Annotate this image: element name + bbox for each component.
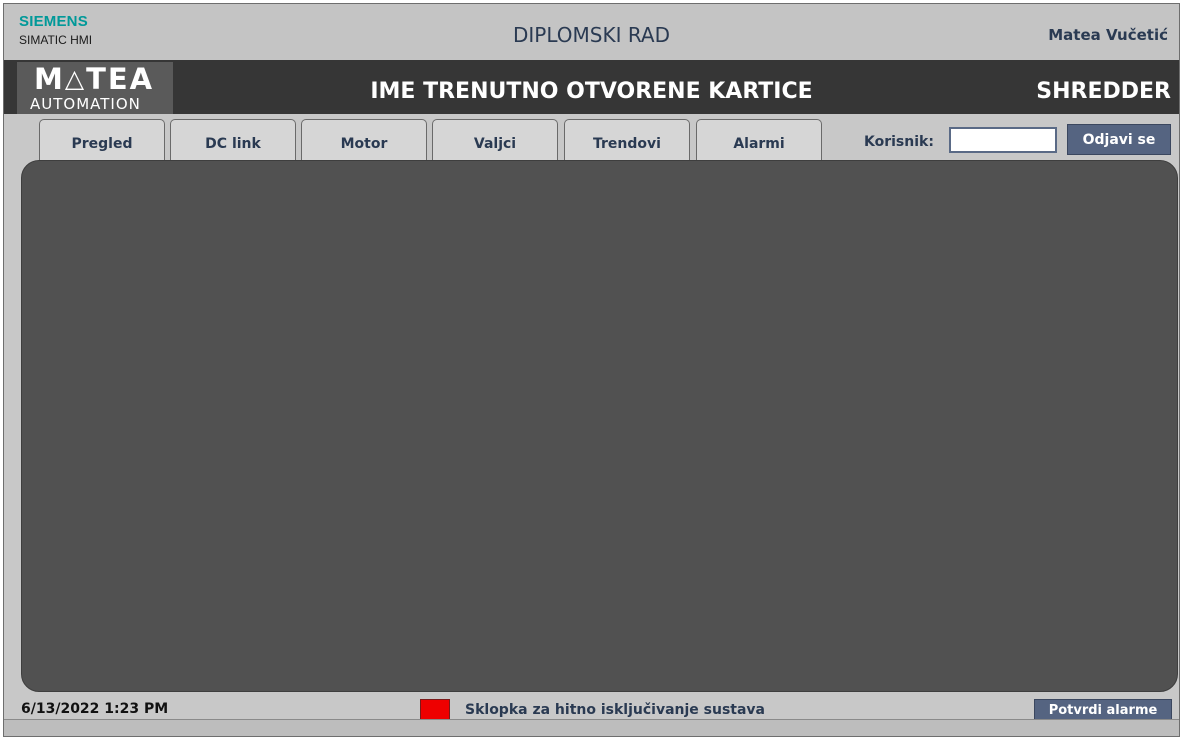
machine-name: SHREDDER [1036, 79, 1171, 104]
acknowledge-alarms-button[interactable]: Potvrdi alarme [1034, 699, 1172, 721]
date-time-display: 6/13/2022 1:23 PM [21, 701, 169, 717]
tab-valjci[interactable]: Valjci [432, 119, 558, 163]
logout-button[interactable]: Odjavi se [1067, 124, 1171, 155]
emergency-stop-label: Sklopka za hitno isključivanje sustava [465, 702, 766, 718]
tab-motor[interactable]: Motor [301, 119, 427, 163]
title-bar: SIEMENS SIMATIC HMI DIPLOMSKI RAD Matea … [4, 4, 1179, 60]
tab-alarmi[interactable]: Alarmi [696, 119, 822, 163]
user-label: Korisnik: [864, 134, 934, 150]
app-title: DIPLOMSKI RAD [512, 23, 671, 47]
tab-trendovi[interactable]: Trendovi [564, 119, 690, 163]
bottom-strip [4, 719, 1179, 736]
user-field[interactable] [949, 127, 1057, 153]
page-title: IME TRENUTNO OTVORENE KARTICE [370, 79, 813, 104]
content-panel [21, 160, 1178, 692]
tab-pregled[interactable]: Pregled [39, 119, 165, 163]
tab-dc-link[interactable]: DC link [170, 119, 296, 163]
author-name: Matea Vučetić [1048, 26, 1168, 44]
emergency-stop-indicator [420, 699, 450, 721]
hmi-screen: SIEMENS SIMATIC HMI DIPLOMSKI RAD Matea … [3, 3, 1180, 737]
